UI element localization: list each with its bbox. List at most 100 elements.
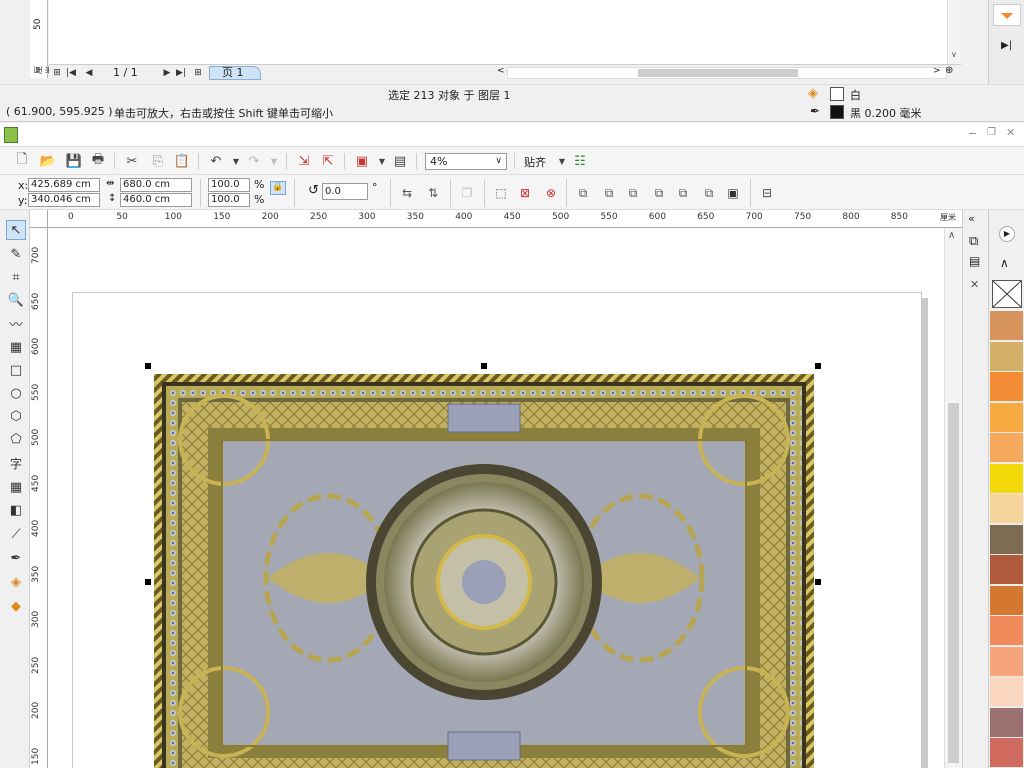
text-tool-icon[interactable]: 字 xyxy=(6,453,26,473)
ruler-origin[interactable] xyxy=(30,210,48,228)
ellipse-tool-icon[interactable]: ○ xyxy=(6,383,26,403)
group-icon[interactable]: ❐ xyxy=(458,184,476,202)
save-icon[interactable]: 💾 xyxy=(64,151,84,171)
color-swatch[interactable] xyxy=(990,524,1023,555)
outline-swatch[interactable] xyxy=(830,105,844,119)
color-swatch[interactable] xyxy=(990,494,1023,524)
scroll-thumb[interactable] xyxy=(638,69,798,77)
fill-swatch[interactable] xyxy=(830,87,844,101)
color-swatch[interactable] xyxy=(990,311,1023,341)
scroll-left-icon[interactable]: < xyxy=(497,66,505,76)
group-objects-icon[interactable]: ⬚ xyxy=(492,184,510,202)
vertical-scrollbar[interactable]: ∧ xyxy=(944,228,962,768)
close-docker-icon[interactable]: ✕ xyxy=(970,278,979,291)
fill-bucket-icon[interactable]: ◈ xyxy=(6,572,26,592)
secondary-horizontal-scrollbar[interactable] xyxy=(507,67,947,79)
color-swatch[interactable] xyxy=(990,463,1023,494)
properties-icon[interactable]: ▤ xyxy=(969,254,980,268)
scroll-up-icon[interactable]: ∧ xyxy=(948,230,955,241)
next-page-icon[interactable]: ▶ xyxy=(161,66,173,79)
color-swatch[interactable] xyxy=(990,372,1023,402)
freehand-tool-icon[interactable]: 〰 xyxy=(6,313,26,333)
y-position-field[interactable]: 340.046 cm xyxy=(28,193,100,207)
x-position-field[interactable]: 425.689 cm xyxy=(28,178,100,192)
ungroup-all-icon[interactable]: ⊗ xyxy=(542,184,560,202)
add-page-icon[interactable]: ⊞ xyxy=(51,66,63,79)
color-swatch[interactable] xyxy=(990,341,1023,372)
basic-shapes-icon[interactable]: ⬠ xyxy=(6,429,26,449)
vertical-ruler[interactable]: 700 650 600 550 500 450 400 350 300 250 200 150 xyxy=(30,228,48,768)
shape-tool-icon[interactable]: ✎ xyxy=(6,244,26,264)
color-swatch[interactable] xyxy=(990,646,1023,677)
scale-x-field[interactable]: 100.0 xyxy=(208,178,250,192)
last-page-icon[interactable]: ▶| xyxy=(175,66,187,79)
play-icon[interactable]: ▶| xyxy=(1001,40,1012,51)
options-icon[interactable]: ☷ xyxy=(570,151,590,171)
color-swatch[interactable] xyxy=(990,677,1023,707)
table-tool-icon[interactable]: ▦ xyxy=(6,477,26,497)
zoom-level-select[interactable]: 4% ∨ xyxy=(425,153,507,170)
lock-ratio-icon[interactable]: 🔒 xyxy=(270,181,286,195)
redo-icon[interactable]: ↷ xyxy=(244,151,264,171)
paste-icon[interactable]: 📋 xyxy=(172,151,192,171)
weld-icon[interactable]: ⧉ xyxy=(600,184,618,202)
open-icon[interactable]: 📂 xyxy=(38,151,58,171)
height-field[interactable]: 460.0 cm xyxy=(120,193,192,207)
crop-tool-icon[interactable]: ⌗ xyxy=(6,267,26,287)
outline-pen-icon[interactable]: ✒ xyxy=(6,548,26,568)
close-icon[interactable]: ✕ xyxy=(1006,126,1015,139)
docker-dropdown[interactable] xyxy=(993,4,1021,26)
width-field[interactable]: 680.0 cm xyxy=(120,178,192,192)
page-tab[interactable]: 页 1 xyxy=(209,66,261,80)
minimize-icon[interactable]: − xyxy=(968,127,977,140)
interactive-fill-icon[interactable]: ◆ xyxy=(6,596,26,616)
redo-dropdown-icon[interactable]: ▼ xyxy=(264,151,284,171)
new-document-icon[interactable]: 🗋 xyxy=(12,151,32,171)
previous-page-icon[interactable]: ◀ xyxy=(83,66,95,79)
color-swatch[interactable] xyxy=(990,433,1023,463)
intersect-icon[interactable]: ⧉ xyxy=(650,184,668,202)
secondary-canvas[interactable] xyxy=(49,0,947,64)
scale-y-field[interactable]: 100.0 xyxy=(208,193,250,207)
export-icon[interactable]: ⇱ xyxy=(318,151,338,171)
eyedropper-icon[interactable]: ⟋ xyxy=(6,524,26,544)
color-swatch[interactable] xyxy=(990,616,1023,646)
blend-tool-icon[interactable]: ◧ xyxy=(6,500,26,520)
front-minus-back-icon[interactable]: ⧉ xyxy=(700,184,718,202)
palette-menu-icon[interactable]: ▶ xyxy=(999,226,1015,242)
color-swatch[interactable] xyxy=(990,402,1023,433)
palette-scroll-up-icon[interactable]: ∧ xyxy=(1000,256,1009,270)
mirror-vertical-icon[interactable]: ⇅ xyxy=(424,184,442,202)
back-minus-front-icon[interactable]: ▣ xyxy=(724,184,742,202)
scroll-thumb[interactable] xyxy=(948,403,959,763)
align-distribute-icon[interactable]: ⊟ xyxy=(758,184,776,202)
mirror-horizontal-icon[interactable]: ⇆ xyxy=(398,184,416,202)
snap-to-label[interactable]: 贴齐 xyxy=(524,154,546,170)
trim-icon[interactable]: ⧉ xyxy=(624,184,642,202)
cut-icon[interactable]: ✂ xyxy=(122,151,142,171)
object-manager-icon[interactable]: ⧉ xyxy=(969,234,978,249)
color-swatch[interactable] xyxy=(990,555,1023,585)
pick-tool-icon[interactable]: ↖ xyxy=(6,220,26,240)
color-swatch[interactable] xyxy=(990,738,1023,768)
first-page-icon[interactable]: |◀ xyxy=(65,66,77,79)
undo-dropdown-icon[interactable]: ▼ xyxy=(226,151,246,171)
color-swatch[interactable] xyxy=(990,585,1023,616)
horizontal-ruler[interactable]: 0 50 100 150 200 250 300 350 400 450 500 550 600 650 7… xyxy=(48,210,962,228)
full-screen-preview-icon[interactable]: ▤ xyxy=(390,151,410,171)
polygon-tool-icon[interactable]: ⬡ xyxy=(6,406,26,426)
secondary-vertical-scrollbar[interactable]: ∨ xyxy=(947,0,961,64)
import-icon[interactable]: ⇲ xyxy=(294,151,314,171)
smart-fill-icon[interactable]: ▦ xyxy=(6,337,26,357)
simplify-icon[interactable]: ⧉ xyxy=(674,184,692,202)
print-icon[interactable]: 🖶 xyxy=(88,151,108,171)
restore-icon[interactable]: ❐ xyxy=(987,127,996,138)
combine-icon[interactable]: ⧉ xyxy=(574,184,592,202)
publish-dropdown-icon[interactable]: ▼ xyxy=(372,151,392,171)
publish-icon[interactable]: ▣ xyxy=(352,151,372,171)
add-page-after-icon[interactable]: ⊞ xyxy=(192,66,204,79)
zoom-tool-icon[interactable]: 🔍 xyxy=(6,290,26,310)
rectangle-tool-icon[interactable]: □ xyxy=(6,360,26,380)
no-color-swatch[interactable] xyxy=(992,280,1022,308)
snap-dropdown-icon[interactable]: ▼ xyxy=(552,151,572,171)
